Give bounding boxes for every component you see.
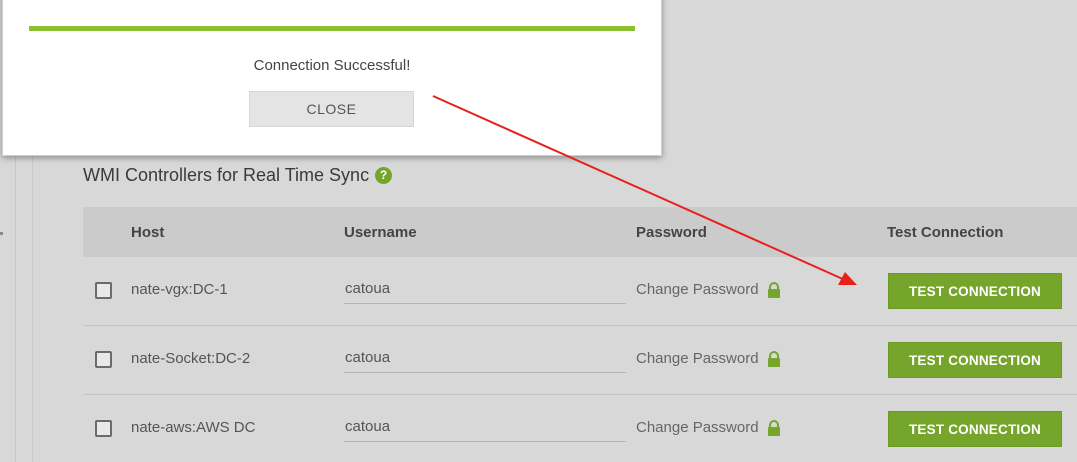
dialog-message: Connection Successful!	[253, 57, 411, 74]
change-password-label: Change Password	[636, 281, 759, 298]
table-row: nate-aws:AWS DC Change Password TEST CON…	[83, 395, 1077, 462]
row-select-checkbox[interactable]	[95, 282, 112, 299]
username-field[interactable]	[344, 412, 626, 442]
username-field[interactable]	[344, 343, 626, 373]
host-name: nate-Socket:DC-2	[131, 350, 251, 367]
change-password-label: Change Password	[636, 419, 759, 436]
username-field[interactable]	[344, 274, 626, 304]
test-connection-button[interactable]: TEST CONNECTION	[888, 273, 1062, 309]
test-connection-button[interactable]: TEST CONNECTION	[888, 342, 1062, 378]
change-password-link[interactable]: Change Password	[636, 419, 781, 436]
header-host: Host	[131, 223, 165, 241]
test-connection-button[interactable]: TEST CONNECTION	[888, 411, 1062, 447]
host-name: nate-aws:AWS DC	[131, 419, 256, 436]
row-select-checkbox[interactable]	[95, 420, 112, 437]
section-title-text: WMI Controllers for Real Time Sync	[83, 164, 370, 185]
change-password-label: Change Password	[636, 350, 759, 367]
change-password-link[interactable]: Change Password	[636, 281, 781, 298]
wmi-controllers-table: Host Username Password Test Connection n…	[83, 207, 1077, 462]
row-select-checkbox[interactable]	[95, 351, 112, 368]
lock-icon	[767, 419, 780, 436]
change-password-link[interactable]: Change Password	[636, 350, 781, 367]
host-name: nate-vgx:DC-1	[131, 281, 228, 298]
lock-icon	[767, 281, 780, 298]
header-password: Password	[636, 223, 707, 241]
table-header: Host Username Password Test Connection	[83, 207, 1077, 257]
section-title: WMI Controllers for Real Time Sync ?	[83, 162, 393, 188]
rail-marker	[0, 232, 3, 235]
close-button[interactable]: CLOSE	[249, 91, 414, 127]
header-test-connection: Test Connection	[887, 223, 1004, 241]
success-bar	[29, 26, 635, 31]
table-row: nate-vgx:DC-1 Change Password TEST CONNE…	[83, 257, 1077, 326]
table-row: nate-Socket:DC-2 Change Password TEST CO…	[83, 326, 1077, 395]
lock-icon	[767, 350, 780, 367]
help-icon[interactable]: ?	[375, 166, 393, 184]
connection-result-dialog: Connection Successful! CLOSE	[2, 0, 662, 156]
header-username: Username	[344, 223, 417, 241]
